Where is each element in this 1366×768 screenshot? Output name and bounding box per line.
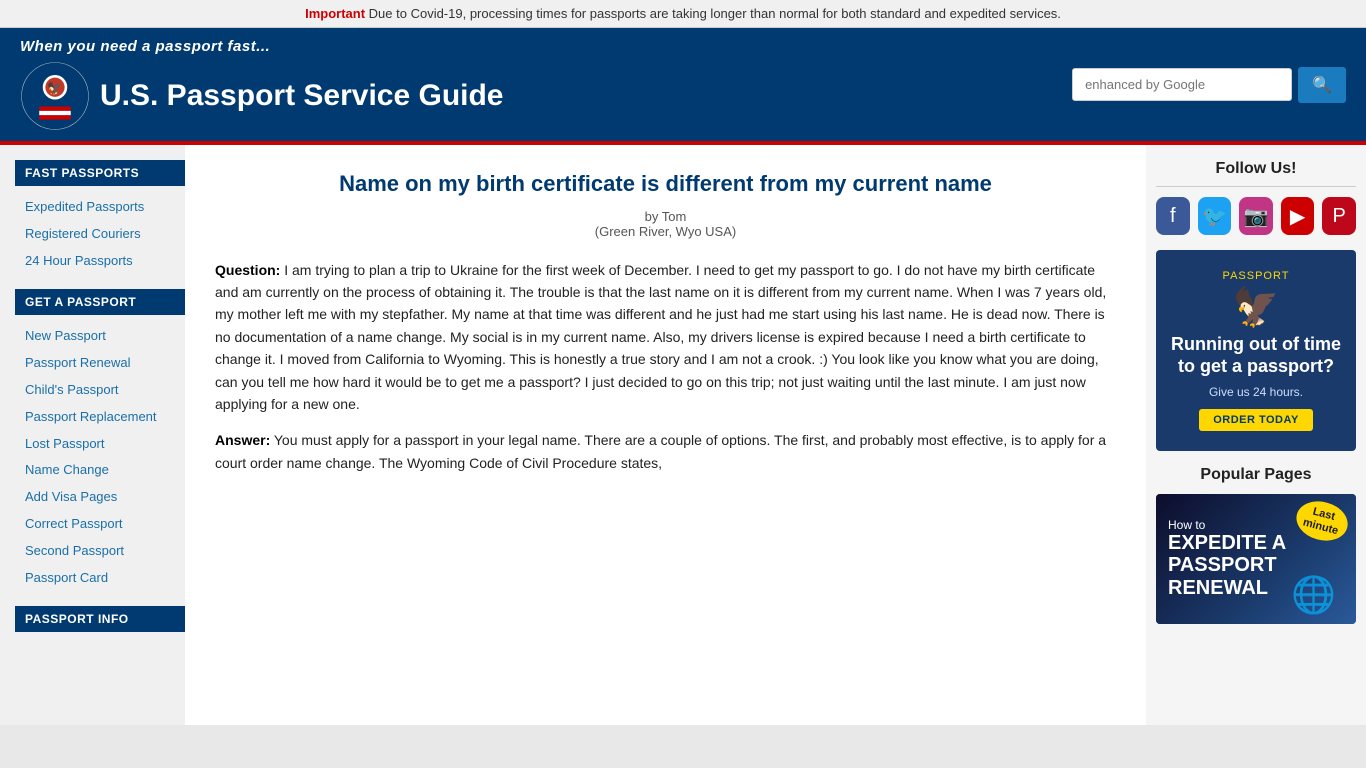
question-text: I am trying to plan a trip to Ukraine fo… <box>215 262 1106 412</box>
fast-passports-title: FAST PASSPORTS <box>15 160 185 186</box>
ad-headline: Running out of time to get a passport? <box>1171 334 1341 377</box>
fast-passports-section: FAST PASSPORTS Expedited Passports Regis… <box>15 160 185 274</box>
header-left: When you need a passport fast... 🦅 U.S. … <box>20 38 504 131</box>
site-header: When you need a passport fast... 🦅 U.S. … <box>0 28 1366 141</box>
ad-subheadline: Give us 24 hours. <box>1171 385 1341 399</box>
answer-label: Answer: <box>215 432 270 448</box>
us-seal-icon: 🦅 <box>1171 286 1341 330</box>
alert-message: Due to Covid-19, processing times for pa… <box>369 6 1061 21</box>
twitter-icon[interactable]: 🐦 <box>1198 197 1232 235</box>
sidebar-item-24-hour-passports[interactable]: 24 Hour Passports <box>15 248 185 275</box>
logo-area: 🦅 U.S. Passport Service Guide <box>20 61 504 131</box>
search-button[interactable]: 🔍 <box>1298 67 1346 103</box>
sidebar-item-second-passport[interactable]: Second Passport <box>15 538 185 565</box>
popular-img-passport-text: PASSPORT <box>1168 554 1277 577</box>
left-sidebar: FAST PASSPORTS Expedited Passports Regis… <box>0 145 185 725</box>
sidebar-item-passport-card[interactable]: Passport Card <box>15 565 185 592</box>
svg-text:🦅: 🦅 <box>47 81 62 96</box>
site-logo-icon: 🦅 <box>20 61 90 131</box>
sidebar-item-passport-renewal[interactable]: Passport Renewal <box>15 350 185 377</box>
facebook-icon[interactable]: f <box>1156 197 1190 235</box>
ad-cta-button[interactable]: ORDER TODAY <box>1199 409 1313 431</box>
youtube-icon[interactable]: ▶ <box>1281 197 1315 235</box>
popular-img-expedite-text: EXPEDITE A <box>1168 532 1286 554</box>
article-question: Question: I am trying to plan a trip to … <box>215 259 1116 416</box>
sidebar-item-correct-passport[interactable]: Correct Passport <box>15 511 185 538</box>
social-icons: f 🐦 📷 ▶ P <box>1156 197 1356 235</box>
pinterest-icon[interactable]: P <box>1322 197 1356 235</box>
site-tagline: When you need a passport fast... <box>20 38 270 55</box>
main-content: Name on my birth certificate is differen… <box>185 145 1146 725</box>
get-passport-section: GET A PASSPORT New Passport Passport Ren… <box>15 289 185 591</box>
popular-pages-image[interactable]: How to EXPEDITE A PASSPORT RENEWAL Lastm… <box>1156 494 1356 624</box>
follow-us-title: Follow Us! <box>1156 160 1356 178</box>
alert-bar: Important Due to Covid-19, processing ti… <box>0 0 1366 28</box>
question-label: Question: <box>215 262 280 278</box>
follow-divider <box>1156 186 1356 187</box>
answer-text: You must apply for a passport in your le… <box>215 432 1106 470</box>
sidebar-item-lost-passport[interactable]: Lost Passport <box>15 431 185 458</box>
main-container: FAST PASSPORTS Expedited Passports Regis… <box>0 145 1366 725</box>
popular-pages-title: Popular Pages <box>1156 466 1356 484</box>
sidebar-item-new-passport[interactable]: New Passport <box>15 323 185 350</box>
sidebar-item-childs-passport[interactable]: Child's Passport <box>15 377 185 404</box>
site-logo-text: U.S. Passport Service Guide <box>100 79 504 113</box>
instagram-icon[interactable]: 📷 <box>1239 197 1273 235</box>
sidebar-item-add-visa-pages[interactable]: Add Visa Pages <box>15 484 185 511</box>
right-sidebar: Follow Us! f 🐦 📷 ▶ P PASSPORT 🦅 Running … <box>1146 145 1366 725</box>
search-icon: 🔍 <box>1312 77 1332 94</box>
popular-img-how-text: How to <box>1168 518 1205 532</box>
popular-img-renewal-text: RENEWAL <box>1168 577 1268 600</box>
article-body: Question: I am trying to plan a trip to … <box>215 259 1116 475</box>
ad-banner: PASSPORT 🦅 Running out of time to get a … <box>1156 250 1356 451</box>
sidebar-item-registered-couriers[interactable]: Registered Couriers <box>15 221 185 248</box>
article-title: Name on my birth certificate is differen… <box>215 170 1116 199</box>
passport-info-section: PASSPORT INFO <box>15 606 185 632</box>
passport-info-title: PASSPORT INFO <box>15 606 185 632</box>
sidebar-item-expedited-passports[interactable]: Expedited Passports <box>15 194 185 221</box>
article-byline: by Tom (Green River, Wyo USA) <box>215 209 1116 239</box>
sidebar-item-name-change[interactable]: Name Change <box>15 457 185 484</box>
ad-passport-label: PASSPORT <box>1171 270 1341 282</box>
search-input[interactable] <box>1072 68 1292 101</box>
article-answer: Answer: You must apply for a passport in… <box>215 429 1116 474</box>
byline-author: by Tom <box>215 209 1116 224</box>
byline-location: (Green River, Wyo USA) <box>215 224 1116 239</box>
search-area: 🔍 <box>1072 67 1346 103</box>
globe-icon: 🌐 <box>1291 574 1336 616</box>
alert-prefix: Important <box>305 6 365 21</box>
get-passport-title: GET A PASSPORT <box>15 289 185 315</box>
sidebar-item-passport-replacement[interactable]: Passport Replacement <box>15 404 185 431</box>
